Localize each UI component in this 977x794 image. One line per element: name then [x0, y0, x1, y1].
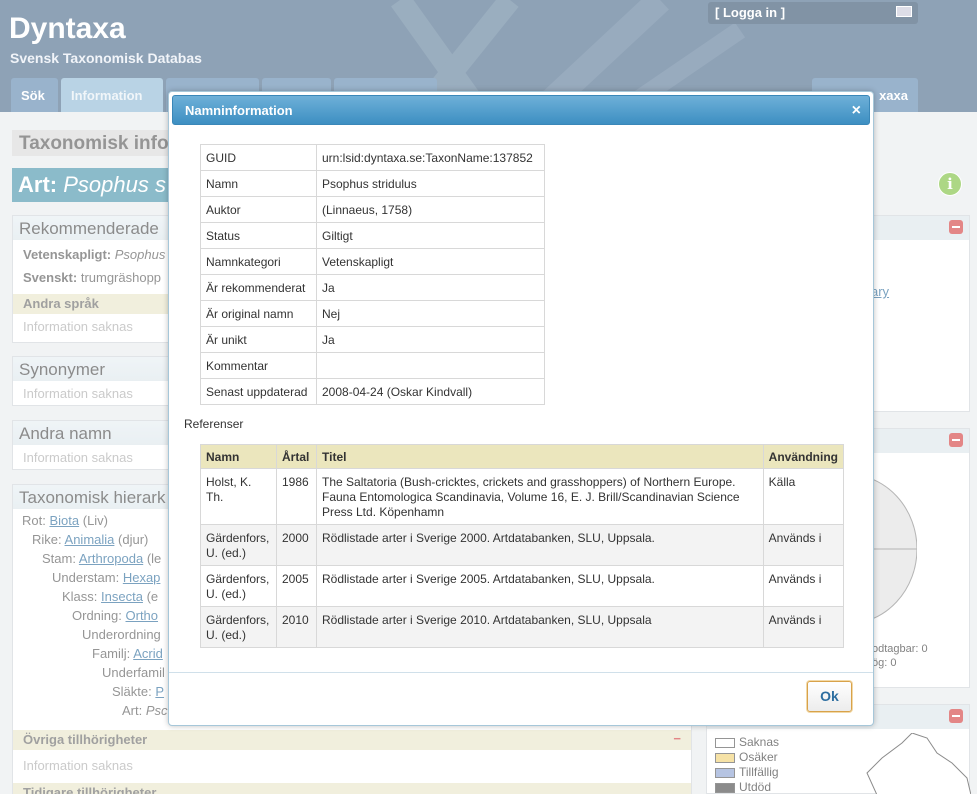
references-label: Referenser [184, 417, 244, 431]
field-value: urn:lsid:dyntaxa.se:TaxonName:137852 [316, 144, 545, 171]
reference-row: Gärdenfors, U. (ed.) 2000 Rödlistade arter… [200, 524, 845, 566]
reference-title: The Saltatoria (Bush-cricktes, crickets … [316, 468, 764, 525]
name-info-row: Kommentar [200, 352, 545, 379]
field-key: Är original namn [200, 300, 317, 327]
name-info-row: Status Giltigt [200, 222, 545, 249]
references-header-row: Namn Årtal Titel Användning [200, 444, 845, 469]
reference-row: Gärdenfors, U. (ed.) 2005 Rödlistade arter… [200, 565, 845, 607]
field-key: Är rekommenderat [200, 274, 317, 301]
field-value: Giltigt [316, 222, 545, 249]
field-value: Ja [316, 274, 545, 301]
reference-row: Holst, K. Th. 1986 The Saltatoria (Bush-cr… [200, 468, 845, 525]
name-info-row: Auktor (Linnaeus, 1758) [200, 196, 545, 223]
reference-usage: Används i [762, 606, 845, 648]
name-info-row: Är original namn Nej [200, 300, 545, 327]
field-key: Namnkategori [200, 248, 317, 275]
name-info-row: Är rekommenderat Ja [200, 274, 545, 301]
col-name[interactable]: Namn [200, 444, 277, 469]
reference-year: 1986 [276, 468, 317, 525]
field-key: GUID [200, 144, 317, 171]
dialog-titlebar[interactable]: Namninformation × [172, 95, 870, 125]
field-key: Är unikt [200, 326, 317, 353]
field-value: Psophus stridulus [316, 170, 545, 197]
col-usage[interactable]: Användning [762, 444, 845, 469]
reference-row: Gärdenfors, U. (ed.) 2010 Rödlistade arter… [200, 606, 845, 648]
field-value: Ja [316, 326, 545, 353]
field-value [316, 352, 545, 379]
reference-title: Rödlistade arter i Sverige 2010. Artdata… [316, 606, 764, 648]
name-info-row: GUID urn:lsid:dyntaxa.se:TaxonName:137852 [200, 144, 545, 171]
reference-year: 2000 [276, 524, 317, 566]
reference-name: Gärdenfors, U. (ed.) [200, 524, 277, 566]
name-info-table: GUID urn:lsid:dyntaxa.se:TaxonName:137852… [200, 144, 545, 405]
col-year[interactable]: Årtal [276, 444, 317, 469]
reference-usage: Används i [762, 524, 845, 566]
field-key: Kommentar [200, 352, 317, 379]
reference-year: 2005 [276, 565, 317, 607]
reference-title: Rödlistade arter i Sverige 2000. Artdata… [316, 524, 764, 566]
dialog-footer-divider [169, 672, 873, 673]
field-key: Status [200, 222, 317, 249]
name-info-row: Namnkategori Vetenskapligt [200, 248, 545, 275]
reference-year: 2010 [276, 606, 317, 648]
reference-usage: Källa [762, 468, 845, 525]
reference-title: Rödlistade arter i Sverige 2005. Artdata… [316, 565, 764, 607]
field-value: Vetenskapligt [316, 248, 545, 275]
reference-usage: Används i [762, 565, 845, 607]
name-info-row: Är unikt Ja [200, 326, 545, 353]
field-key: Auktor [200, 196, 317, 223]
field-key: Senast uppdaterad [200, 378, 317, 405]
ok-button[interactable]: Ok [807, 681, 852, 712]
field-value: Nej [316, 300, 545, 327]
reference-name: Gärdenfors, U. (ed.) [200, 606, 277, 648]
field-value: (Linnaeus, 1758) [316, 196, 545, 223]
name-info-row: Namn Psophus stridulus [200, 170, 545, 197]
name-info-row: Senast uppdaterad 2008-04-24 (Oskar Kindv… [200, 378, 545, 405]
col-title[interactable]: Titel [316, 444, 764, 469]
field-key: Namn [200, 170, 317, 197]
close-icon[interactable]: × [852, 102, 861, 120]
references-table: Namn Årtal Titel Användning Holst, K. Th… [200, 444, 845, 648]
reference-name: Gärdenfors, U. (ed.) [200, 565, 277, 607]
field-value: 2008-04-24 (Oskar Kindvall) [316, 378, 545, 405]
name-info-dialog: Namninformation × GUID urn:lsid:dyntaxa.s… [168, 91, 874, 726]
reference-name: Holst, K. Th. [200, 468, 277, 525]
dialog-title: Namninformation [185, 103, 293, 118]
